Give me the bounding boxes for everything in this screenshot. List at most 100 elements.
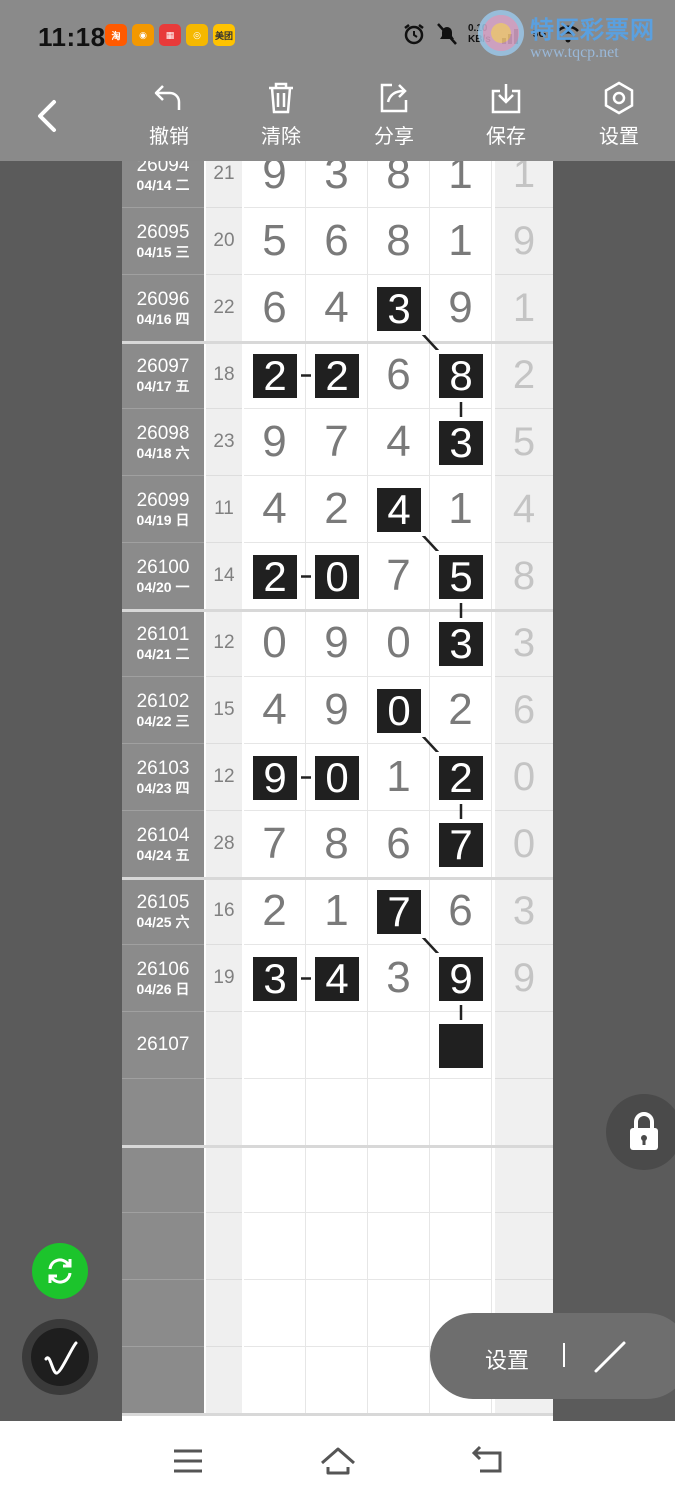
digit-cell[interactable]: 9 — [306, 610, 368, 677]
digit-cell[interactable] — [244, 1012, 306, 1079]
digit-cell[interactable] — [306, 945, 368, 1012]
digit-cell[interactable] — [244, 1146, 306, 1213]
digit-cell[interactable] — [430, 945, 492, 1012]
issue-cell: 26104 04/24 五 — [122, 811, 204, 878]
line-tool-icon[interactable] — [590, 1337, 630, 1377]
digit-cell[interactable] — [430, 1146, 492, 1213]
digit-cell[interactable]: 9 — [244, 409, 306, 476]
trend-grid[interactable]: 26094 04/14 二 21 9 3 8 1 1 26095 04/15 三 20 5 6 8 1 9 26… — [122, 161, 553, 1421]
digit-cell[interactable]: 1 — [306, 878, 368, 945]
digit-cell[interactable] — [368, 677, 430, 744]
digit-cell[interactable] — [368, 1213, 430, 1280]
digit-cell[interactable]: 8 — [306, 811, 368, 878]
draw-settings-label[interactable]: 设置 — [485, 1343, 529, 1375]
save-button[interactable]: 保存 — [466, 80, 546, 158]
digit-cell[interactable]: 3 — [368, 945, 430, 1012]
digit-cell[interactable]: 2 — [430, 677, 492, 744]
sum-cell: 15 — [206, 677, 242, 744]
digit-cell[interactable] — [244, 1347, 306, 1414]
gear-icon — [604, 81, 634, 115]
digit-cell[interactable] — [306, 1280, 368, 1347]
back-arrow-icon[interactable] — [30, 96, 62, 136]
digit-cell[interactable]: 8 — [368, 208, 430, 275]
digit-cell[interactable] — [430, 1079, 492, 1146]
undo-icon — [154, 85, 181, 110]
undo-button[interactable]: 撤销 — [129, 80, 209, 158]
digit-cell[interactable]: 6 — [244, 275, 306, 342]
digit-cell[interactable]: 1 — [430, 208, 492, 275]
sync-button[interactable] — [32, 1243, 88, 1299]
lock-button[interactable] — [606, 1094, 675, 1170]
draw-settings-pill[interactable]: 设置 — [430, 1313, 675, 1399]
digit-cell[interactable] — [306, 1146, 368, 1213]
digit-cell[interactable]: 1 — [430, 476, 492, 543]
digit-cell[interactable]: 6 — [306, 208, 368, 275]
digit-cell[interactable] — [430, 543, 492, 610]
digit-cell[interactable] — [368, 1012, 430, 1079]
clear-button[interactable]: 清除 — [241, 80, 321, 158]
digit-cell[interactable]: 7 — [306, 409, 368, 476]
digit-cell[interactable]: 2 — [306, 476, 368, 543]
digit-cell[interactable]: 0 — [368, 610, 430, 677]
digit-cell[interactable]: 4 — [244, 476, 306, 543]
home-icon[interactable] — [318, 1441, 358, 1481]
share-button[interactable]: 分享 — [354, 80, 434, 158]
digit-cell[interactable]: 9 — [430, 275, 492, 342]
digit-cell[interactable]: 6 — [368, 342, 430, 409]
digit-cell[interactable] — [368, 1347, 430, 1414]
digit-cell[interactable]: 6 — [430, 878, 492, 945]
pen-tool-button[interactable] — [22, 1319, 98, 1395]
digit-cell[interactable]: 1 — [430, 161, 492, 208]
digit-cell[interactable] — [244, 342, 306, 409]
back-nav-icon[interactable] — [468, 1441, 508, 1481]
digit-cell[interactable] — [368, 476, 430, 543]
settings-button[interactable]: 设置 — [579, 80, 659, 158]
digit-cell[interactable] — [306, 543, 368, 610]
digit-cell[interactable]: 8 — [368, 161, 430, 208]
digit-cell[interactable] — [306, 1213, 368, 1280]
digit-cell[interactable] — [306, 1012, 368, 1079]
digit-cell[interactable] — [430, 1213, 492, 1280]
digit-cell[interactable] — [368, 1280, 430, 1347]
digit-cell[interactable] — [368, 1146, 430, 1213]
issue-cell — [122, 1213, 204, 1280]
digit-cell[interactable] — [306, 342, 368, 409]
table-row: 26107 — [122, 1012, 553, 1079]
digit-cell[interactable] — [430, 610, 492, 677]
digit-cell[interactable]: 4 — [244, 677, 306, 744]
digit-cell[interactable]: 9 — [306, 677, 368, 744]
digit-cell[interactable] — [430, 811, 492, 878]
digit-cell[interactable] — [306, 744, 368, 811]
digit-cell[interactable]: 7 — [244, 811, 306, 878]
extra-digit-cell: 1 — [495, 275, 553, 342]
digit-cell[interactable]: 3 — [306, 161, 368, 208]
digit-cell[interactable]: 7 — [368, 543, 430, 610]
digit-cell[interactable] — [244, 945, 306, 1012]
digit-cell[interactable] — [368, 1079, 430, 1146]
menu-icon[interactable] — [168, 1441, 208, 1481]
digit-cell[interactable] — [430, 744, 492, 811]
digit-cell[interactable] — [368, 878, 430, 945]
digit-cell[interactable] — [244, 1280, 306, 1347]
digit-cell[interactable] — [244, 744, 306, 811]
digit-cell[interactable]: 4 — [306, 275, 368, 342]
digit-cell[interactable]: 9 — [244, 161, 306, 208]
digit-cell[interactable] — [244, 543, 306, 610]
digit-cell[interactable] — [430, 1012, 492, 1079]
digit-cell[interactable] — [430, 409, 492, 476]
digit-cell[interactable] — [430, 342, 492, 409]
digit-cell[interactable]: 1 — [368, 744, 430, 811]
digit-cell[interactable] — [306, 1079, 368, 1146]
digit-cell[interactable] — [368, 275, 430, 342]
digit-cell[interactable]: 0 — [244, 610, 306, 677]
issue-cell — [122, 1079, 204, 1146]
digit-cell[interactable] — [244, 1213, 306, 1280]
digit-cell[interactable] — [306, 1347, 368, 1414]
digit-cell[interactable]: 4 — [368, 409, 430, 476]
group-divider — [122, 341, 553, 344]
digit-cell[interactable]: 2 — [244, 878, 306, 945]
digit-cell[interactable]: 5 — [244, 208, 306, 275]
digit-cell[interactable]: 6 — [368, 811, 430, 878]
digit-cell[interactable] — [244, 1079, 306, 1146]
extra-digit-cell — [495, 1213, 553, 1280]
